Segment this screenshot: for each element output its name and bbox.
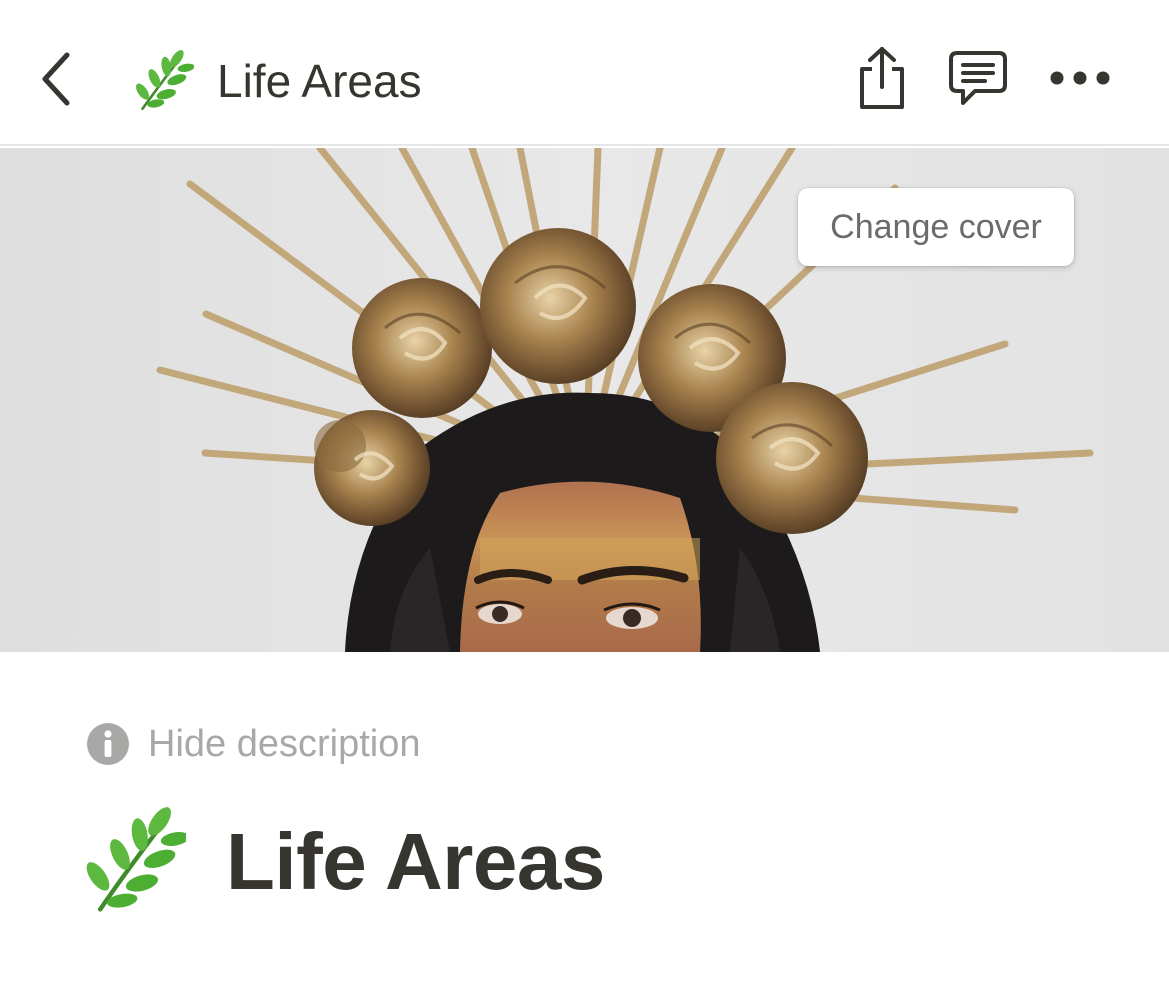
back-button[interactable] — [30, 46, 80, 112]
info-icon — [87, 723, 129, 765]
more-horizontal-icon — [1050, 71, 1110, 85]
herb-emoji-icon — [86, 807, 186, 912]
nav-page-title: Life Areas — [217, 55, 422, 107]
more-options-button[interactable] — [1040, 40, 1120, 116]
hide-description-label: Hide description — [148, 722, 421, 765]
comment-icon — [949, 51, 1007, 105]
herb-emoji-icon — [136, 50, 194, 111]
page-title[interactable]: Life Areas — [226, 812, 605, 912]
change-cover-button[interactable]: Change cover — [798, 188, 1074, 266]
chevron-left-icon — [42, 52, 70, 106]
share-button[interactable] — [848, 40, 916, 116]
top-nav-bar: Life Areas — [0, 0, 1169, 146]
share-icon — [860, 47, 904, 109]
hide-description-toggle[interactable]: Hide description — [86, 716, 420, 772]
comments-button[interactable] — [940, 40, 1016, 116]
